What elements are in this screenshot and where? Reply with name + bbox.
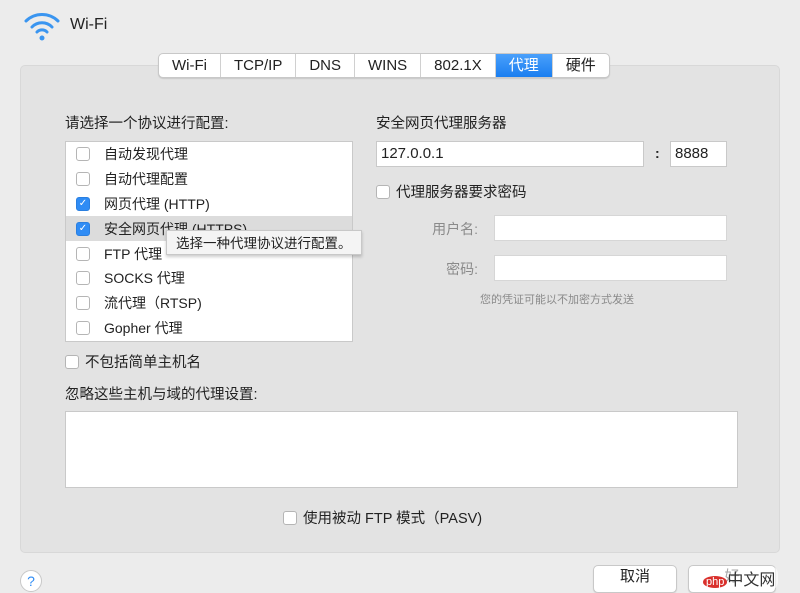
protocol-label: 网页代理 (HTTP) [104, 194, 210, 214]
require-password-label: 代理服务器要求密码 [396, 181, 527, 202]
username-input[interactable] [494, 215, 727, 241]
exclude-simple-hostnames-checkbox[interactable]: 不包括简单主机名 [65, 351, 201, 372]
cancel-button[interactable]: 取消 [593, 565, 677, 593]
credentials-note: 您的凭证可能以不加密方式发送 [457, 291, 657, 307]
protocol-label: 自动发现代理 [104, 144, 188, 164]
checkbox[interactable] [76, 296, 90, 310]
protocol-label: SOCKS 代理 [104, 268, 185, 288]
protocol-label: 自动代理配置 [104, 169, 188, 189]
protocol-item[interactable]: ✓ 网页代理 (HTTP) [66, 192, 352, 217]
tab-tcpip[interactable]: TCP/IP [221, 54, 296, 77]
colon-separator: : [655, 145, 660, 161]
protocol-item[interactable]: 自动代理配置 [66, 167, 352, 192]
password-input[interactable] [494, 255, 727, 281]
exclude-simple-label: 不包括简单主机名 [85, 351, 201, 372]
tab-dns[interactable]: DNS [296, 54, 355, 77]
proxy-port-input[interactable]: 8888 [670, 141, 727, 167]
protocol-label: 请选择一个协议进行配置: [65, 112, 229, 133]
protocol-item[interactable]: SOCKS 代理 [66, 266, 352, 291]
wifi-icon [22, 10, 62, 45]
passive-ftp-checkbox[interactable]: 使用被动 FTP 模式（PASV) [283, 507, 482, 528]
username-label: 用户名: [400, 219, 478, 239]
checked-checkbox[interactable]: ✓ [76, 197, 90, 211]
help-button[interactable]: ? [20, 570, 42, 592]
require-password-checkbox[interactable]: 代理服务器要求密码 [376, 181, 527, 202]
password-label: 密码: [400, 259, 478, 279]
checkbox[interactable] [65, 355, 79, 369]
checkbox[interactable] [283, 511, 297, 525]
checkbox[interactable] [76, 147, 90, 161]
tooltip: 选择一种代理协议进行配置。 [166, 230, 362, 255]
protocol-label: 流代理（RTSP) [104, 293, 202, 313]
tab-8021x[interactable]: 802.1X [421, 54, 496, 77]
passive-ftp-label: 使用被动 FTP 模式（PASV) [303, 507, 482, 528]
protocol-label: Gopher 代理 [104, 318, 183, 338]
tab-proxies[interactable]: 代理 [496, 54, 553, 77]
watermark-logo: php [703, 576, 727, 588]
checked-checkbox[interactable]: ✓ [76, 222, 90, 236]
checkbox[interactable] [76, 321, 90, 335]
protocol-item[interactable]: 流代理（RTSP) [66, 291, 352, 316]
checkbox[interactable] [76, 271, 90, 285]
protocol-label: FTP 代理 [104, 244, 162, 264]
tab-wins[interactable]: WINS [355, 54, 421, 77]
tab-hardware[interactable]: 硬件 [553, 54, 609, 77]
window-title: Wi-Fi [70, 16, 107, 34]
bypass-label: 忽略这些主机与域的代理设置: [65, 383, 258, 404]
checkbox[interactable] [376, 185, 390, 199]
checkbox[interactable] [76, 247, 90, 261]
tab-bar: Wi-Fi TCP/IP DNS WINS 802.1X 代理 硬件 [158, 53, 610, 78]
server-heading: 安全网页代理服务器 [376, 112, 507, 133]
tab-wifi[interactable]: Wi-Fi [159, 54, 221, 77]
bypass-hosts-textarea[interactable] [65, 411, 738, 488]
protocol-item[interactable]: 自动发现代理 [66, 142, 352, 167]
protocol-item[interactable]: Gopher 代理 [66, 316, 352, 341]
checkbox[interactable] [76, 172, 90, 186]
watermark: php中文网 [700, 566, 778, 590]
proxy-host-input[interactable]: 127.0.0.1 [376, 141, 644, 167]
